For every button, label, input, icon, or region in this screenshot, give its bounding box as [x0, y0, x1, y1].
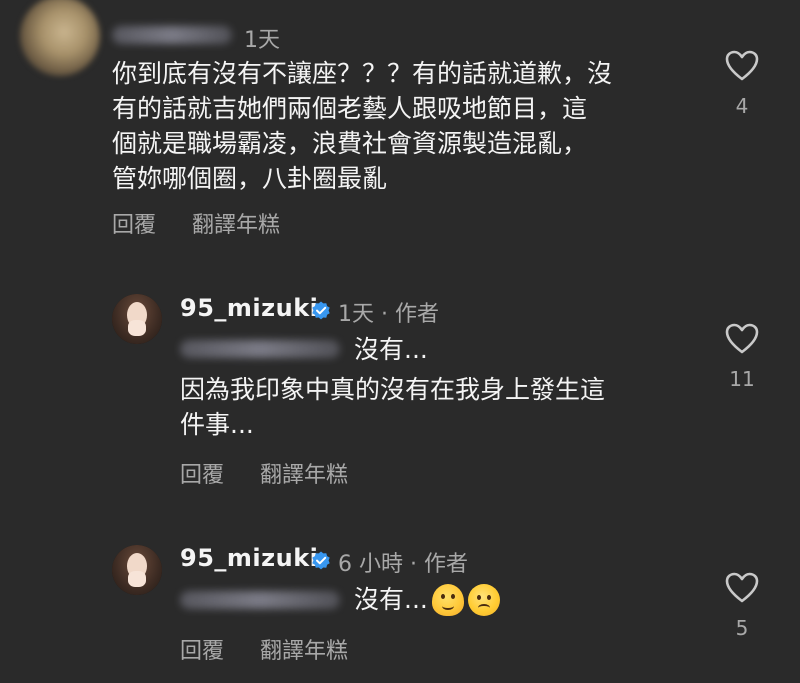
- verified-badge-icon: [312, 301, 330, 320]
- username-blurred[interactable]: [112, 26, 232, 44]
- like-button[interactable]: 4: [724, 50, 760, 118]
- comment-actions: 回覆 翻譯年糕: [180, 457, 384, 489]
- avatar[interactable]: [112, 294, 162, 344]
- translate-button[interactable]: 翻譯年糕: [192, 207, 280, 239]
- mention-text: 沒有...: [354, 335, 428, 364]
- avatar[interactable]: [20, 0, 100, 76]
- comment-actions: 回覆 翻譯年糕: [112, 207, 316, 239]
- melting-face-icon: [431, 583, 464, 616]
- comment-meta: 6 小時 · 作者: [338, 552, 468, 577]
- heart-icon: [725, 323, 759, 354]
- translate-button[interactable]: 翻譯年糕: [260, 633, 348, 665]
- like-count: 4: [735, 94, 749, 118]
- comment-text: 因為我印象中真的沒有在我身上發生這 件事...: [180, 375, 606, 439]
- reply-button[interactable]: 回覆: [112, 207, 156, 239]
- heart-icon: [725, 572, 759, 603]
- like-count: 5: [735, 616, 749, 640]
- worried-face-icon: [467, 583, 500, 616]
- username[interactable]: 95_mizuki: [180, 544, 318, 572]
- verified-badge-icon: [312, 551, 330, 570]
- like-count: 11: [729, 367, 755, 391]
- reply-button[interactable]: 回覆: [180, 457, 224, 489]
- translate-button[interactable]: 翻譯年糕: [260, 457, 348, 489]
- mention-blurred[interactable]: [180, 340, 340, 358]
- like-button[interactable]: 5: [724, 572, 760, 640]
- avatar[interactable]: [112, 545, 162, 595]
- mention-text: 沒有...: [354, 585, 428, 614]
- mention-blurred[interactable]: [180, 591, 340, 609]
- comment-actions: 回覆 翻譯年糕: [180, 633, 384, 665]
- heart-icon: [725, 50, 759, 81]
- comment-text: 你到底有沒有不讓座？？？有的話就道歉，沒 有的話就吉她們兩個老藝人跟吸地節目，這…: [112, 59, 613, 193]
- comment-time: 1天: [244, 28, 280, 53]
- reply-button[interactable]: 回覆: [180, 633, 224, 665]
- username[interactable]: 95_mizuki: [180, 294, 318, 322]
- reply-line: 沒有...: [354, 582, 500, 617]
- like-button[interactable]: 11: [724, 323, 760, 391]
- comment-meta: 1天 · 作者: [338, 302, 439, 327]
